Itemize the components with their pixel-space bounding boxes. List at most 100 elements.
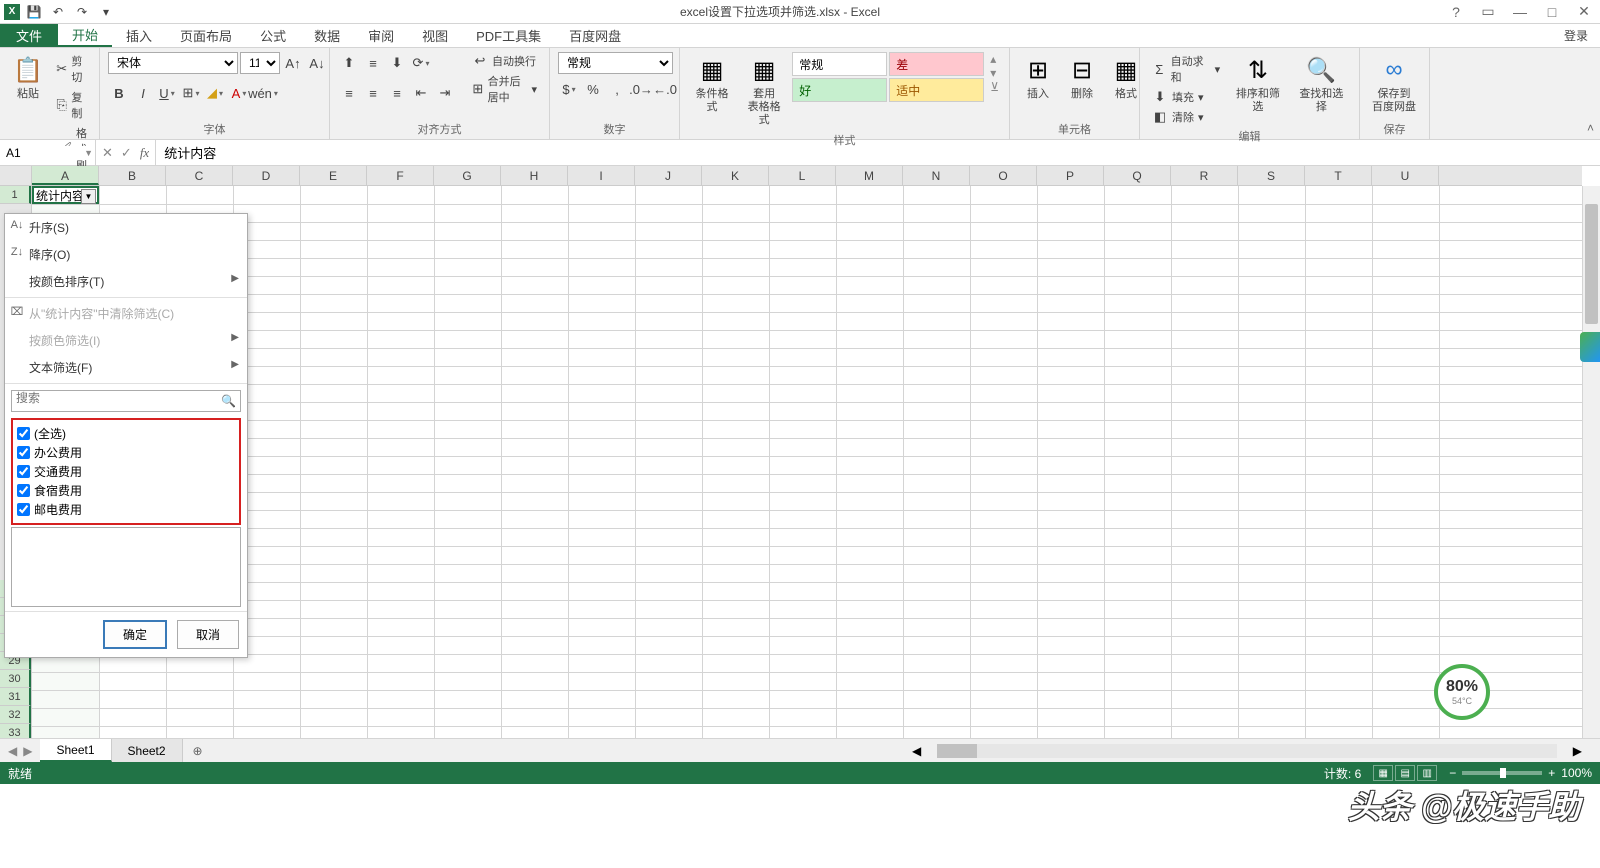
filter-ok-button[interactable]: 确定 (103, 620, 167, 649)
side-panel-tab[interactable] (1580, 332, 1600, 362)
find-select-button[interactable]: 🔍查找和选择 (1292, 52, 1351, 116)
filter-check-item[interactable]: 办公费用 (17, 443, 235, 462)
qat-save-icon[interactable]: 💾 (24, 2, 44, 22)
border-icon[interactable]: ⊞ (180, 82, 202, 104)
style-good[interactable]: 好 (792, 78, 887, 102)
wrap-text-button[interactable]: ↩自动换行 (468, 52, 541, 70)
clear-button[interactable]: ◧清除 ▾ (1148, 108, 1224, 126)
name-box[interactable]: ▼ (0, 140, 96, 165)
col-header-J[interactable]: J (635, 166, 702, 185)
qat-undo-icon[interactable]: ↶ (48, 2, 68, 22)
tab-pdf-tools[interactable]: PDF工具集 (462, 24, 555, 47)
indent-inc-icon[interactable]: ⇥ (434, 82, 456, 104)
zoom-out-icon[interactable]: − (1449, 766, 1456, 780)
inc-decimal-icon[interactable]: .0→ (630, 78, 652, 100)
select-all-corner[interactable] (0, 166, 32, 186)
shrink-font-icon[interactable]: A↓ (306, 52, 328, 74)
save-baidu-button[interactable]: ∞保存到 百度网盘 (1368, 52, 1420, 116)
col-header-H[interactable]: H (501, 166, 568, 185)
cancel-formula-icon[interactable]: ✕ (102, 145, 113, 161)
align-right-icon[interactable]: ≡ (386, 82, 408, 104)
cut-button[interactable]: ✂剪切 (52, 52, 91, 86)
col-header-S[interactable]: S (1238, 166, 1305, 185)
merge-center-button[interactable]: ⊞合并后居中 ▾ (468, 72, 541, 106)
col-header-A[interactable]: A (32, 166, 99, 185)
row-header-1[interactable]: 1 (0, 186, 31, 204)
sheet-tab-2[interactable]: Sheet2 (112, 739, 183, 762)
sort-asc-item[interactable]: A↓升序(S) (5, 214, 247, 241)
style-gallery-down-icon[interactable]: ▾ (990, 66, 999, 80)
currency-icon[interactable]: $ (558, 78, 580, 100)
col-header-N[interactable]: N (903, 166, 970, 185)
view-normal-icon[interactable]: ▦ (1373, 765, 1393, 781)
grow-font-icon[interactable]: A↑ (282, 52, 304, 74)
cell-a1[interactable]: 统计内容 ▼ (32, 186, 99, 204)
col-header-T[interactable]: T (1305, 166, 1372, 185)
sheet-tab-1[interactable]: Sheet1 (40, 739, 111, 762)
qat-customize-icon[interactable]: ▾ (96, 2, 116, 22)
zoom-slider[interactable] (1462, 771, 1542, 775)
fx-icon[interactable]: fx (140, 145, 149, 161)
fill-color-icon[interactable]: ◢ (204, 82, 226, 104)
search-icon[interactable]: 🔍 (221, 394, 236, 408)
maximize-icon[interactable]: □ (1540, 2, 1564, 22)
copy-button[interactable]: ⎘复制 (52, 88, 91, 122)
tab-review[interactable]: 审阅 (354, 24, 408, 47)
vscroll-thumb[interactable] (1585, 204, 1598, 324)
col-header-I[interactable]: I (568, 166, 635, 185)
filter-search-input[interactable] (16, 391, 220, 405)
font-size-select[interactable]: 11 (240, 52, 280, 74)
sort-filter-button[interactable]: ⇅排序和筛选 (1228, 52, 1287, 116)
font-name-select[interactable]: 宋体 (108, 52, 238, 74)
zoom-level[interactable]: 100% (1561, 766, 1592, 780)
filter-dropdown-icon[interactable]: ▼ (81, 189, 96, 204)
col-header-R[interactable]: R (1171, 166, 1238, 185)
fill-button[interactable]: ⬇填充 ▾ (1148, 88, 1224, 106)
filter-check-item[interactable]: 交通费用 (17, 462, 235, 481)
col-header-G[interactable]: G (434, 166, 501, 185)
sort-desc-item[interactable]: Z↓降序(O) (5, 241, 247, 268)
zoom-in-icon[interactable]: + (1548, 766, 1555, 780)
tab-formulas[interactable]: 公式 (246, 24, 300, 47)
sheet-nav-next-icon[interactable]: ▶ (23, 744, 32, 758)
number-format-select[interactable]: 常规 (558, 52, 673, 74)
bold-icon[interactable]: B (108, 82, 130, 104)
col-header-L[interactable]: L (769, 166, 836, 185)
hscroll-right-icon[interactable]: ▶ (1573, 744, 1582, 758)
hscroll-thumb[interactable] (937, 744, 977, 758)
row-header-31[interactable]: 31 (0, 688, 31, 706)
zoom-thumb[interactable] (1500, 768, 1506, 778)
add-sheet-button[interactable]: ⊕ (183, 739, 213, 762)
col-header-F[interactable]: F (367, 166, 434, 185)
row-header-30[interactable]: 30 (0, 670, 31, 688)
align-bottom-icon[interactable]: ⬇ (386, 52, 408, 74)
col-header-P[interactable]: P (1037, 166, 1104, 185)
col-header-B[interactable]: B (99, 166, 166, 185)
col-header-K[interactable]: K (702, 166, 769, 185)
style-gallery-up-icon[interactable]: ▴ (990, 52, 999, 66)
filter-check-item[interactable]: 食宿费用 (17, 481, 235, 500)
filter-check-all[interactable]: (全选) (17, 424, 235, 443)
align-center-icon[interactable]: ≡ (362, 82, 384, 104)
col-header-Q[interactable]: Q (1104, 166, 1171, 185)
tab-insert[interactable]: 插入 (112, 24, 166, 47)
style-normal[interactable]: 常规 (792, 52, 887, 76)
vertical-scrollbar[interactable] (1582, 186, 1600, 738)
name-box-input[interactable] (6, 146, 89, 160)
conditional-format-button[interactable]: ▦条件格式 (688, 52, 736, 116)
tab-baidu[interactable]: 百度网盘 (555, 24, 635, 47)
close-icon[interactable]: ✕ (1572, 2, 1596, 22)
percent-icon[interactable]: % (582, 78, 604, 100)
indent-dec-icon[interactable]: ⇤ (410, 82, 432, 104)
tab-page-layout[interactable]: 页面布局 (166, 24, 246, 47)
col-header-O[interactable]: O (970, 166, 1037, 185)
minimize-icon[interactable]: — (1508, 2, 1532, 22)
qat-redo-icon[interactable]: ↷ (72, 2, 92, 22)
collapse-ribbon-icon[interactable]: ˄ (1587, 121, 1594, 135)
insert-cells-button[interactable]: ⊞插入 (1018, 52, 1058, 103)
col-header-E[interactable]: E (300, 166, 367, 185)
comma-icon[interactable]: , (606, 78, 628, 100)
col-header-D[interactable]: D (233, 166, 300, 185)
sheet-nav-prev-icon[interactable]: ◀ (8, 744, 17, 758)
name-box-dropdown-icon[interactable]: ▼ (84, 148, 93, 158)
